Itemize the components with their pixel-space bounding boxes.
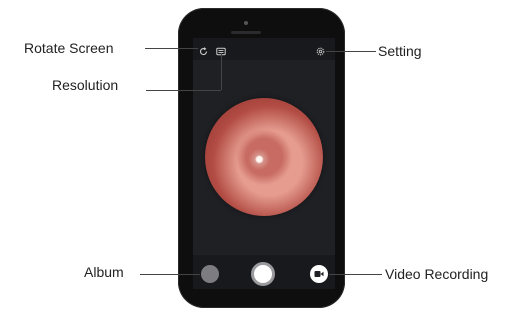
front-camera [244,21,248,25]
rotate-screen-leader [145,48,198,49]
resolution-label: Resolution [52,77,119,93]
album-label: Album [84,264,124,280]
setting-leader [326,51,376,52]
video-recording-button[interactable] [310,265,328,283]
gear-icon[interactable] [316,43,325,56]
rotate-icon[interactable] [199,43,208,56]
setting-label: Setting [378,43,422,59]
rotate-screen-label: Rotate Screen [24,40,114,56]
ear-canal-camera-view [205,98,323,216]
resolution-leader-vertical [221,53,222,90]
top-toolbar [193,38,335,60]
resolution-icon[interactable] [216,43,226,56]
album-leader [140,274,200,275]
video-camera-icon [314,271,324,277]
video-recording-label: Video Recording [385,266,489,282]
shutter-button[interactable] [251,262,275,286]
album-button[interactable] [201,265,219,283]
video-recording-leader [329,274,382,275]
earpiece-speaker [231,31,261,34]
resolution-leader [146,90,221,91]
